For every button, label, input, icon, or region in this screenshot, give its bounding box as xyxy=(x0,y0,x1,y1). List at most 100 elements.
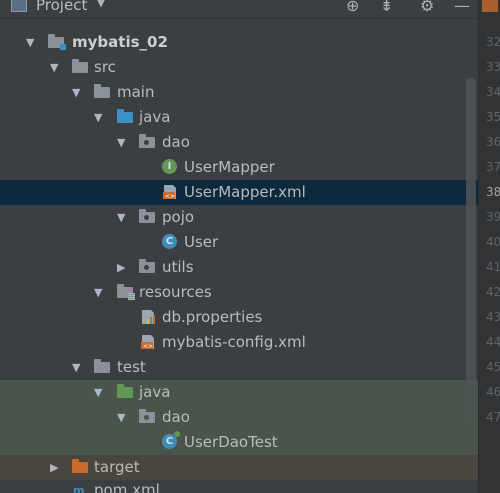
expand-arrow-icon[interactable]: ▼ xyxy=(94,286,102,299)
maven-icon: m xyxy=(72,482,86,493)
line-number: 40 xyxy=(486,235,500,249)
target-icon[interactable]: ⊕ xyxy=(346,0,359,15)
package-icon xyxy=(139,259,155,273)
editor-tab-xml-icon[interactable] xyxy=(482,0,498,12)
tree-row-src[interactable]: ▼ src xyxy=(0,55,478,80)
tree-row-test-java[interactable]: ▼ java xyxy=(0,380,478,405)
expand-arrow-icon[interactable]: ▼ xyxy=(26,36,34,49)
tree-item-label: pom.xml xyxy=(94,481,160,493)
line-number: 47 xyxy=(486,410,500,424)
tree-row-resources[interactable]: ▼ resources xyxy=(0,280,478,305)
module-folder-icon xyxy=(48,34,66,50)
expand-arrow-icon[interactable]: ▼ xyxy=(72,86,80,99)
line-number: 34 xyxy=(486,85,500,99)
tree-row-test[interactable]: ▼ test xyxy=(0,355,478,380)
project-view-title[interactable]: Project xyxy=(36,0,87,14)
line-number-current: 38 xyxy=(486,185,500,199)
minimize-icon[interactable]: — xyxy=(454,0,470,15)
line-number: 46 xyxy=(486,385,500,399)
tree-row-db-properties[interactable]: db.properties xyxy=(0,305,478,330)
tree-item-label: java xyxy=(139,383,171,401)
line-number: 44 xyxy=(486,335,500,349)
expand-arrow-icon[interactable]: ▼ xyxy=(50,61,58,74)
tree-row-mybatis-config-xml[interactable]: <> mybatis-config.xml xyxy=(0,330,478,355)
line-number: 36 xyxy=(486,135,500,149)
tree-item-label: dao xyxy=(162,408,190,426)
line-number: 45 xyxy=(486,360,500,374)
tree-item-label: dao xyxy=(162,133,190,151)
tree-row-target[interactable]: ▶ target xyxy=(0,455,478,480)
tree-item-label: target xyxy=(94,458,140,476)
folder-icon xyxy=(72,59,88,73)
tree-item-label: db.properties xyxy=(162,308,263,326)
tree-row-dao[interactable]: ▼ dao xyxy=(0,130,478,155)
chevron-down-icon[interactable]: ▼ xyxy=(96,0,106,10)
package-icon xyxy=(139,409,155,423)
tree-row-user[interactable]: C User xyxy=(0,230,478,255)
tree-item-label: test xyxy=(117,358,146,376)
vertical-scrollbar[interactable] xyxy=(466,78,476,424)
tree-item-label: UserMapper.xml xyxy=(184,183,306,201)
line-number: 32 xyxy=(486,35,500,49)
collapse-icon[interactable]: ⇟ xyxy=(380,0,393,15)
folder-icon xyxy=(94,359,110,373)
tree-item-label: pojo xyxy=(162,208,195,226)
line-number: 42 xyxy=(486,285,500,299)
expand-arrow-icon[interactable]: ▼ xyxy=(117,211,125,224)
project-tool-window-header: Project ▼ ⊕ ⇟ ⚙ — xyxy=(0,0,478,19)
tree-item-label: User xyxy=(184,233,219,251)
source-folder-icon xyxy=(117,109,133,123)
tree-row-pom-xml[interactable]: m pom.xml xyxy=(0,480,478,493)
expand-arrow-icon[interactable]: ▼ xyxy=(72,361,80,374)
expand-arrow-icon[interactable]: ▼ xyxy=(94,386,102,399)
tree-row-utils[interactable]: ▶ utils xyxy=(0,255,478,280)
line-number: 41 xyxy=(486,260,500,274)
line-number: 39 xyxy=(486,210,500,224)
resources-folder-icon xyxy=(117,284,135,300)
tree-row-main[interactable]: ▼ main xyxy=(0,80,478,105)
interface-icon: I xyxy=(162,159,177,174)
tree-item-label: UserMapper xyxy=(184,158,275,176)
project-view-icon xyxy=(11,0,27,12)
tree-row-test-dao[interactable]: ▼ dao xyxy=(0,405,478,430)
line-number: 33 xyxy=(486,60,500,74)
collapse-arrow-icon[interactable]: ▶ xyxy=(117,261,125,274)
svg-text:m: m xyxy=(73,484,84,493)
tree-row-mybatis-02[interactable]: ▼ mybatis_02 xyxy=(0,30,478,55)
collapse-arrow-icon[interactable]: ▶ xyxy=(50,461,58,474)
tree-row-pojo[interactable]: ▼ pojo xyxy=(0,205,478,230)
tree-item-label: utils xyxy=(162,258,194,276)
folder-icon xyxy=(94,84,110,98)
properties-file-icon xyxy=(140,309,156,325)
expand-arrow-icon[interactable]: ▼ xyxy=(117,136,125,149)
tree-row-usermapper[interactable]: I UserMapper xyxy=(0,155,478,180)
excluded-folder-icon xyxy=(72,459,88,473)
tree-row-java[interactable]: ▼ java xyxy=(0,105,478,130)
tree-row-partial[interactable] xyxy=(0,18,478,30)
tree-item-label: main xyxy=(117,83,155,101)
class-icon: C xyxy=(162,234,177,249)
tree-item-label: mybatis-config.xml xyxy=(162,333,306,351)
expand-arrow-icon[interactable]: ▼ xyxy=(117,411,125,424)
tree-item-label: resources xyxy=(139,283,212,301)
svg-text:<>: <> xyxy=(143,343,153,350)
line-number: 35 xyxy=(486,110,500,124)
svg-text:<>: <> xyxy=(165,193,175,200)
tree-item-label: mybatis_02 xyxy=(72,33,168,51)
tree-row-userdaotest[interactable]: C UserDaoTest xyxy=(0,430,478,455)
package-icon xyxy=(139,209,155,223)
expand-arrow-icon[interactable]: ▼ xyxy=(94,111,102,124)
package-icon xyxy=(139,134,155,148)
line-number: 43 xyxy=(486,310,500,324)
xml-file-icon: <> xyxy=(140,334,156,350)
editor-gutter: 32 33 34 35 36 37 38 39 40 41 42 43 44 4… xyxy=(478,0,500,493)
test-source-folder-icon xyxy=(117,384,133,398)
tree-item-label: src xyxy=(94,58,116,76)
gear-icon[interactable]: ⚙ xyxy=(420,0,434,15)
test-class-icon: C xyxy=(162,431,180,449)
xml-file-icon: <> xyxy=(162,184,178,200)
tree-item-label: java xyxy=(139,108,171,126)
tree-item-label: UserDaoTest xyxy=(184,433,278,451)
tree-row-usermapper-xml[interactable]: <> UserMapper.xml xyxy=(0,180,478,205)
line-number: 37 xyxy=(486,160,500,174)
